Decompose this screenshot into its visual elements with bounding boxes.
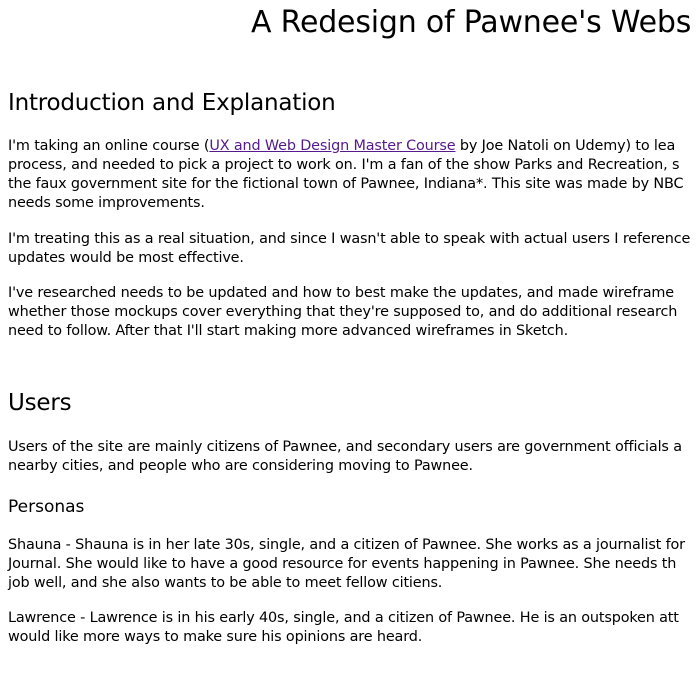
persona-shauna-line-2: Journal. She would like to have a good r… — [8, 556, 677, 572]
users-paragraph: Users of the site are mainly citizens of… — [8, 438, 682, 476]
intro-p1-line-2: process, and needed to pick a project to… — [8, 157, 680, 173]
intro-p3-line-3: need to follow. After that I'll start ma… — [8, 323, 569, 339]
course-link[interactable]: UX and Web Design Master Course — [209, 138, 455, 154]
persona-lawrence: Lawrence - Lawrence is in his early 40s,… — [8, 609, 679, 647]
persona-shauna: Shauna - Shauna is in her late 30s, sing… — [8, 536, 685, 593]
section-heading-introduction: Introduction and Explanation — [8, 90, 336, 116]
intro-paragraph-2: I'm treating this as a real situation, a… — [8, 230, 690, 268]
intro-paragraph-3: I've researched needs to be updated and … — [8, 284, 677, 341]
intro-p1-text-before-link: I'm taking an online course ( — [8, 138, 210, 154]
intro-p1-line-4: needs some improvements. — [8, 195, 205, 211]
intro-p1-text-after-link: by Joe Natoli on Udemy) to lea — [455, 138, 676, 154]
persona-shauna-line-1: Shauna - Shauna is in her late 30s, sing… — [8, 537, 685, 553]
intro-p2-line-1: I'm treating this as a real situation, a… — [8, 231, 691, 247]
section-heading-users: Users — [8, 390, 72, 416]
persona-lawrence-line-1: Lawrence - Lawrence is in his early 40s,… — [8, 610, 679, 626]
persona-shauna-line-3: job well, and she also wants to be able … — [8, 575, 443, 591]
intro-paragraph-1: I'm taking an online course (UX and Web … — [8, 137, 684, 213]
article-page: A Redesign of Pawnee's Webs Introduction… — [0, 0, 700, 700]
subsection-heading-personas: Personas — [8, 497, 85, 517]
intro-p1-line-1: I'm taking an online course (UX and Web … — [8, 137, 683, 156]
intro-p3-line-1: I've researched needs to be updated and … — [8, 285, 675, 301]
intro-p3-line-2: whether those mockups cover everything t… — [8, 304, 678, 320]
users-p1-line-2: nearby cities, and people who are consid… — [8, 458, 473, 474]
users-p1-line-1: Users of the site are mainly citizens of… — [8, 439, 682, 455]
intro-p2-line-2: updates would be most effective. — [8, 250, 244, 266]
persona-lawrence-line-2: would like more ways to make sure his op… — [8, 629, 423, 645]
page-title: A Redesign of Pawnee's Webs — [251, 5, 692, 40]
intro-p1-line-3: the faux government site for the fiction… — [8, 176, 684, 192]
